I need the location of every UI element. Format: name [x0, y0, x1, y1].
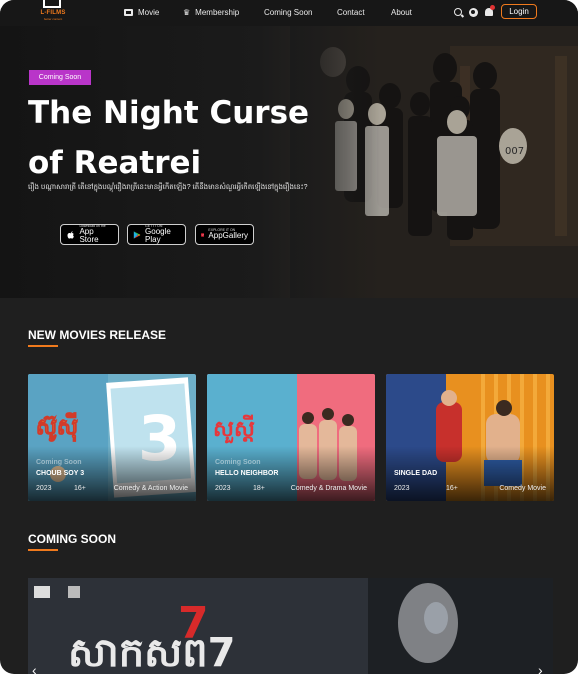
- movie-age-rating: 16+: [74, 485, 86, 492]
- store-button-label: App Store: [79, 227, 99, 245]
- logo-text: L-FILMS: [40, 10, 66, 16]
- movie-card[interactable]: SINGLE DAD 2023 16+ Comedy Movie: [386, 374, 554, 501]
- app-store-button[interactable]: Download on the App Store: [60, 224, 119, 245]
- globe-icon[interactable]: [469, 8, 478, 17]
- store-button-label: AppGallery: [208, 231, 248, 241]
- nav-item-label: Coming Soon: [264, 8, 313, 17]
- store-button-label: Google Play: [145, 227, 171, 245]
- section-underline: [28, 345, 58, 347]
- svg-text:7: 7: [178, 598, 209, 649]
- card-coming-soon-watermark: Coming Soon: [215, 459, 261, 466]
- huawei-icon: [201, 232, 205, 237]
- carousel-prev-icon[interactable]: ‹: [32, 662, 37, 674]
- coming-soon-badge: Coming Soon: [29, 70, 91, 85]
- camera-icon: [43, 0, 61, 8]
- nav-item-movie[interactable]: Movie: [124, 8, 159, 17]
- movie-age-rating: 16+: [446, 485, 458, 492]
- carousel-next-icon[interactable]: ›: [538, 662, 543, 674]
- login-button[interactable]: Login: [501, 4, 537, 19]
- nav-item-about[interactable]: About: [391, 8, 412, 17]
- google-play-button[interactable]: GET IT ON Google Play: [127, 224, 186, 245]
- movie-title: CHOUB SOY 3: [36, 470, 85, 477]
- logo-tagline: better content: [43, 17, 63, 21]
- movie-genre: Comedy Movie: [499, 485, 546, 492]
- app-frame: L-FILMS better content Movie ♛ Membershi…: [0, 0, 578, 674]
- crown-icon: ♛: [183, 8, 191, 17]
- movie-age-rating: 18+: [253, 485, 265, 492]
- svg-text:សាកសព7: សាកសព7: [68, 630, 235, 674]
- top-navigation: L-FILMS better content Movie ♛ Membershi…: [0, 0, 578, 26]
- card-coming-soon-watermark: Coming Soon: [36, 459, 82, 466]
- movie-card[interactable]: សួស្តី Coming Soon HELLO NEIGHBOR 2023 1…: [207, 374, 375, 501]
- movie-genre: Comedy & Drama Movie: [290, 485, 367, 492]
- coming-soon-heading: COMING SOON: [28, 532, 117, 546]
- search-icon[interactable]: [454, 8, 462, 16]
- hero-banner: 007 Coming Soon The Night Curse of Reatr…: [0, 26, 578, 298]
- nav-item-membership[interactable]: ♛ Membership: [183, 8, 239, 17]
- app-gallery-button[interactable]: EXPLORE IT ON AppGallery: [195, 224, 254, 245]
- notification-badge: [490, 5, 495, 10]
- hero-description: រឿង បណ្តាសារាត្រី តើនៅក្នុងបណ្តុំរឿងរាត្…: [28, 184, 308, 191]
- nav-item-coming-soon[interactable]: Coming Soon: [264, 8, 312, 17]
- film-icon: [124, 9, 133, 16]
- nav-item-label: Movie: [138, 8, 160, 17]
- apple-icon: [67, 230, 74, 239]
- svg-text:សួស្តី: សួស្តី: [213, 414, 255, 444]
- nav-item-label: Membership: [195, 8, 240, 17]
- movie-genre: Comedy & Action Movie: [113, 485, 188, 492]
- coming-soon-banner-image[interactable]: សាកសព7 7: [28, 578, 553, 674]
- section-underline: [28, 549, 58, 551]
- movie-title: SINGLE DAD: [394, 470, 438, 477]
- movie-year: 2023: [36, 485, 52, 492]
- movie-year: 2023: [394, 485, 410, 492]
- new-release-heading: NEW MOVIES RELEASE: [28, 328, 167, 342]
- movie-card[interactable]: 3 ស៊ូស៊ី Coming Soon CHOUB SOY 3 2023 16…: [28, 374, 196, 501]
- hero-title: The Night Curse of Reatrei: [28, 95, 310, 181]
- svg-text:ស៊ូស៊ី: ស៊ូស៊ី: [36, 412, 78, 442]
- movie-year: 2023: [215, 485, 231, 492]
- nav-item-label: Contact: [337, 8, 365, 17]
- movie-title: HELLO NEIGHBOR: [215, 470, 279, 477]
- nav-item-label: About: [391, 8, 412, 17]
- google-play-icon: [133, 230, 141, 239]
- nav-item-contact[interactable]: Contact: [337, 8, 365, 17]
- logo[interactable]: L-FILMS better content: [38, 0, 68, 22]
